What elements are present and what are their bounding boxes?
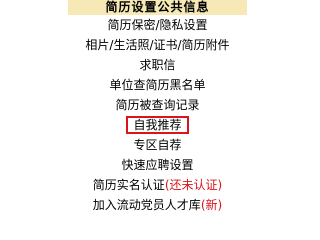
menu-item-quick-apply-settings[interactable]: 快速应聘设置 — [68, 155, 247, 175]
settings-menu: 简历保密/隐私设置 相片/生活照/证书/简历附件 求职信 单位查简历黑名单 简历… — [68, 15, 247, 215]
menu-item-label: 加入流动党员人才库 — [92, 198, 201, 212]
menu-item-employer-blacklist[interactable]: 单位查简历黑名单 — [68, 75, 247, 95]
menu-item-privacy-settings[interactable]: 简历保密/隐私设置 — [68, 15, 247, 35]
menu-item-label: 单位查简历黑名单 — [109, 78, 206, 92]
menu-item-label: 简历被查询记录 — [115, 98, 200, 112]
menu-item-join-party-talent-pool[interactable]: 加入流动党员人才库(新) — [68, 195, 247, 215]
paren-close: ) — [217, 198, 223, 212]
menu-item-cover-letter[interactable]: 求职信 — [68, 55, 247, 75]
menu-item-label: 快速应聘设置 — [121, 158, 194, 172]
menu-item-label: 自我推荐 — [133, 118, 182, 132]
section-header: 简历设置公共信息 — [68, 0, 247, 15]
highlight-box: 自我推荐 — [126, 116, 189, 134]
menu-item-real-name-verification[interactable]: 简历实名认证(还未认证) — [68, 175, 247, 195]
menu-item-label: 相片/生活照/证书/简历附件 — [85, 38, 230, 52]
menu-item-label: 专区自荐 — [133, 138, 182, 152]
paren-close: ) — [217, 178, 223, 192]
status-text: 还未认证 — [169, 178, 218, 192]
menu-item-self-recommend[interactable]: 自我推荐 — [68, 115, 247, 135]
menu-item-label: 简历实名认证 — [92, 178, 165, 192]
menu-item-view-history[interactable]: 简历被查询记录 — [68, 95, 247, 115]
menu-item-label: 求职信 — [139, 58, 176, 72]
menu-item-zone-recommend[interactable]: 专区自荐 — [68, 135, 247, 155]
new-badge: 新 — [205, 198, 218, 212]
profile-settings-panel: 简历设置公共信息 简历保密/隐私设置 相片/生活照/证书/简历附件 求职信 单位… — [0, 0, 247, 240]
menu-item-label: 简历保密/隐私设置 — [107, 18, 208, 32]
menu-item-photos-attachments[interactable]: 相片/生活照/证书/简历附件 — [68, 35, 247, 55]
